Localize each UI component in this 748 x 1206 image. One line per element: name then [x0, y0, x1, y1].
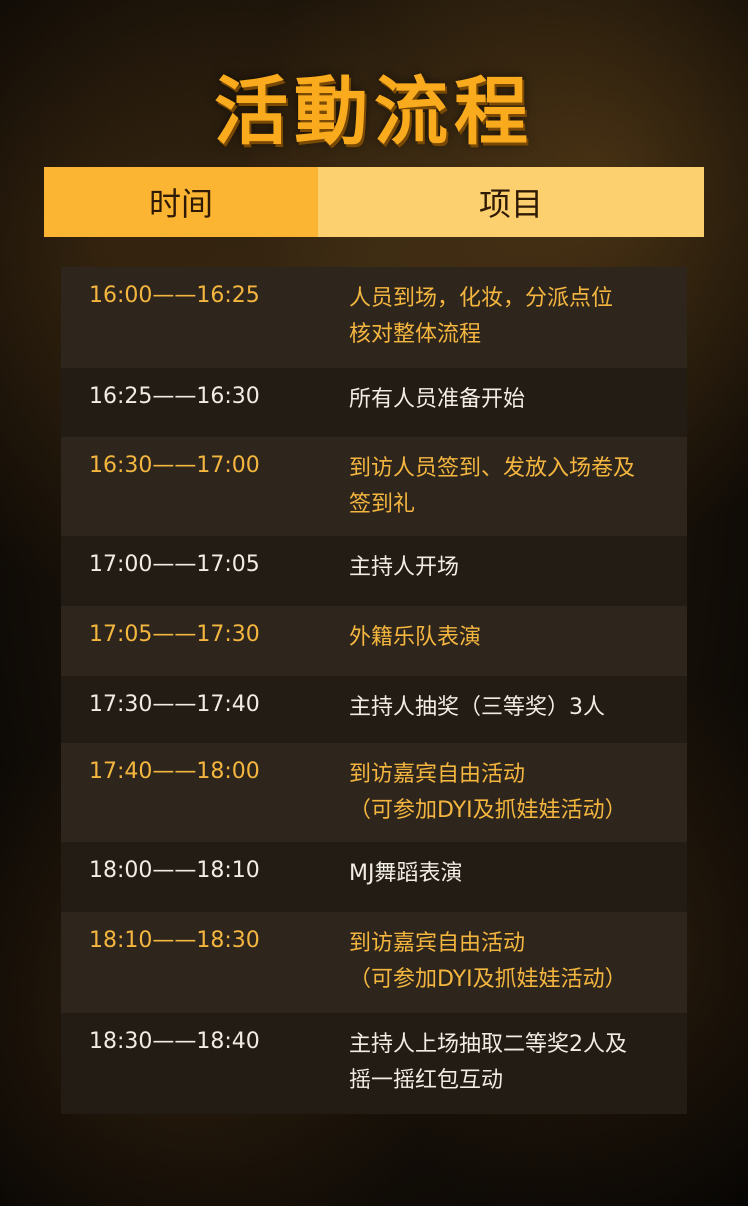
- table-row: 17:40——18:00 到访嘉宾自由活动 （可参加DYI及抓娃娃活动）: [61, 743, 687, 842]
- table-header: 时间 项目: [44, 167, 704, 237]
- row-time: 17:30——17:40: [89, 692, 260, 717]
- schedule-table: 16:00——16:25 人员到场，化妆，分派点位 核对整体流程 16:25——…: [61, 267, 687, 1114]
- row-desc: 到访嘉宾自由活动 （可参加DYI及抓娃娃活动）: [349, 762, 627, 823]
- row-time: 16:00——16:25: [89, 283, 260, 308]
- table-row: 18:10——18:30 到访嘉宾自由活动 （可参加DYI及抓娃娃活动）: [61, 912, 687, 1013]
- row-desc: 到访嘉宾自由活动 （可参加DYI及抓娃娃活动）: [349, 931, 627, 992]
- table-row: 16:25——16:30 所有人员准备开始: [61, 368, 687, 437]
- table-row: 16:30——17:00 到访人员签到、发放入场卷及 签到礼: [61, 437, 687, 536]
- table-row: 17:00——17:05 主持人开场: [61, 536, 687, 606]
- row-time: 17:40——18:00: [89, 759, 260, 784]
- table-row: 18:30——18:40 主持人上场抽取二等奖2人及 摇一摇红包互动: [61, 1013, 687, 1114]
- table-row: 16:00——16:25 人员到场，化妆，分派点位 核对整体流程: [61, 267, 687, 368]
- row-desc: 主持人抽奖（三等奖）3人: [349, 695, 605, 720]
- row-time: 16:30——17:00: [89, 453, 260, 478]
- table-row: 17:30——17:40 主持人抽奖（三等奖）3人: [61, 676, 687, 743]
- row-desc: 主持人开场: [349, 555, 460, 580]
- row-desc: 主持人上场抽取二等奖2人及 摇一摇红包互动: [349, 1032, 627, 1093]
- row-time: 16:25——16:30: [89, 384, 260, 409]
- row-time: 18:00——18:10: [89, 858, 260, 883]
- row-time: 17:00——17:05: [89, 552, 260, 577]
- row-time: 18:30——18:40: [89, 1029, 260, 1054]
- page-title: 活動流程: [214, 69, 534, 155]
- row-desc: 到访人员签到、发放入场卷及 签到礼: [349, 456, 636, 517]
- header-time: 时间: [44, 167, 318, 237]
- row-desc: 外籍乐队表演: [349, 625, 482, 650]
- row-desc: 人员到场，化妆，分派点位 核对整体流程: [349, 286, 614, 347]
- row-time: 17:05——17:30: [89, 622, 260, 647]
- table-row: 18:00——18:10 MJ舞蹈表演: [61, 842, 687, 912]
- row-desc: MJ舞蹈表演: [349, 861, 463, 886]
- row-desc: 所有人员准备开始: [349, 387, 526, 412]
- header-item: 项目: [318, 167, 704, 237]
- table-row: 17:05——17:30 外籍乐队表演: [61, 606, 687, 676]
- row-time: 18:10——18:30: [89, 928, 260, 953]
